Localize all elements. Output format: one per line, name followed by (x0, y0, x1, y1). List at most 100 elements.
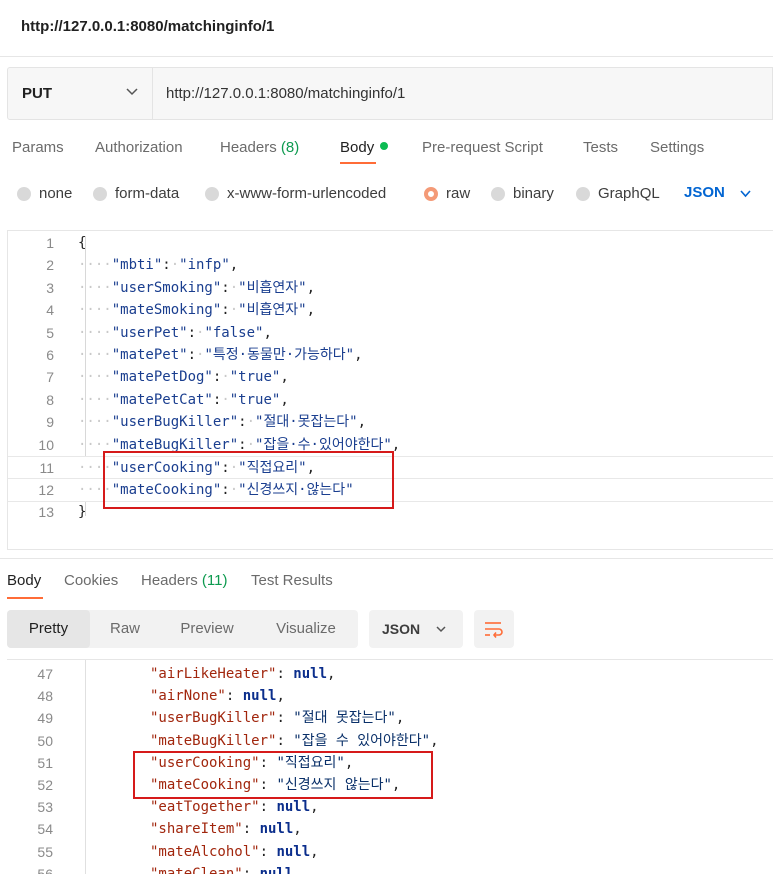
json-colon: : (187, 324, 197, 341)
code-text: "airLikeHeater": null, (150, 663, 335, 685)
code-line: 7 ····"matePetDog":·"true", (8, 366, 773, 388)
code-text: "eatTogether": null, (150, 796, 319, 818)
radio-graphql[interactable]: GraphQL (576, 185, 660, 202)
panel-divider[interactable] (0, 558, 773, 559)
json-colon: : (259, 843, 277, 860)
code-text: { (78, 232, 86, 254)
tab-authorization[interactable]: Authorization (95, 139, 183, 156)
code-text: } (78, 501, 86, 523)
json-key: "eatTogether" (150, 799, 260, 816)
json-key: "userSmoking" (111, 279, 222, 296)
response-format-select[interactable]: JSON (369, 610, 463, 648)
json-value: null (276, 799, 311, 816)
indent-whitespace: ···· (78, 369, 112, 386)
json-colon: : (242, 821, 260, 838)
code-text: ····"userSmoking":·"비흡연자", (78, 277, 315, 299)
line-number: 12 (38, 482, 54, 499)
radio-form-data[interactable]: form-data (93, 185, 179, 202)
highlight-box (103, 451, 394, 509)
code-text: ····"mbti":·"infp", (78, 254, 238, 276)
response-tab-cookies[interactable]: Cookies (64, 572, 118, 589)
json-punctuation: , (280, 391, 289, 408)
radio-raw[interactable]: raw (424, 185, 470, 202)
code-line: 8 ····"matePetCat":·"true", (8, 389, 773, 411)
json-punctuation: , (263, 324, 272, 341)
line-number: 48 (37, 688, 53, 705)
radio-binary[interactable]: binary (491, 185, 554, 202)
json-punctuation: , (306, 302, 315, 319)
json-key: "userBugKiller" (111, 414, 239, 431)
line-number: 47 (37, 666, 53, 682)
code-line: 55 "mateAlcohol": null, (7, 841, 773, 863)
radio-none[interactable]: none (17, 185, 72, 202)
json-punctuation: , (327, 666, 336, 682)
view-visualize-button[interactable]: Visualize (254, 610, 358, 648)
response-format-label: JSON (382, 621, 421, 637)
line-number: 53 (37, 799, 53, 816)
line-number: 56 (37, 865, 53, 874)
tab-params[interactable]: Params (12, 139, 64, 156)
json-key: "mateSmoking" (111, 302, 222, 319)
view-preview-button[interactable]: Preview (160, 610, 254, 648)
indent-whitespace: ···· (78, 324, 112, 341)
json-value: null (242, 688, 277, 705)
line-number: 9 (46, 414, 54, 431)
code-line: 3 ····"userSmoking":·"비흡연자", (8, 277, 773, 299)
chevron-down-icon (436, 626, 446, 633)
view-pretty-button[interactable]: Pretty (7, 610, 90, 648)
method-select[interactable]: PUT (8, 68, 153, 119)
code-text: ····"userPet":·"false", (78, 322, 272, 344)
response-tab-body[interactable]: Body (7, 572, 41, 589)
json-punctuation: , (229, 257, 239, 274)
radio-circle-icon (491, 186, 505, 201)
code-line: 4 ····"mateSmoking":·"비흡연자", (8, 299, 773, 321)
chevron-down-icon (740, 190, 751, 198)
line-number: 49 (37, 710, 53, 727)
response-tab-test-results[interactable]: Test Results (251, 572, 333, 589)
tab-settings[interactable]: Settings (650, 139, 704, 156)
indent-whitespace: · (170, 257, 180, 274)
active-tab-underline (340, 162, 376, 164)
json-value: "절대·못잡는다" (255, 414, 358, 431)
json-punctuation: , (430, 732, 439, 749)
indent-whitespace: · (246, 414, 256, 431)
code-line: 54 "shareItem": null, (7, 818, 773, 840)
indent-whitespace: ···· (78, 391, 112, 408)
json-value: "비흡연자" (238, 302, 307, 319)
indent-whitespace: · (229, 302, 239, 319)
code-line: 53 "eatTogether": null, (7, 796, 773, 818)
highlight-box (133, 751, 433, 799)
tab-pre-request-script[interactable]: Pre-request Script (422, 139, 543, 156)
body-format-select[interactable]: JSON (684, 184, 751, 201)
radio-urlencoded[interactable]: x-www-form-urlencoded (205, 185, 386, 202)
code-line: 48 "airNone": null, (7, 685, 773, 707)
code-text: ····"matePetCat":·"true", (78, 389, 289, 411)
json-key: "userBugKiller" (150, 710, 277, 727)
json-value: "비흡연자" (238, 279, 307, 296)
line-number: 50 (37, 732, 53, 749)
request-title[interactable]: http://127.0.0.1:8080/matchinginfo/1 (21, 18, 274, 35)
json-punctuation: , (310, 799, 319, 816)
json-colon: : (187, 347, 197, 363)
tab-headers[interactable]: Headers (8) (220, 139, 299, 156)
tab-tests[interactable]: Tests (583, 139, 618, 156)
body-type-options: none form-data x-www-form-urlencoded raw… (0, 178, 773, 208)
json-colon: : (221, 302, 230, 319)
wrap-lines-button[interactable] (474, 610, 514, 648)
json-key: "matePetDog" (111, 369, 213, 386)
headers-count: (8) (280, 139, 300, 156)
json-key: "mateBugKiller" (150, 732, 277, 749)
view-raw-button[interactable]: Raw (90, 610, 160, 648)
response-tab-headers[interactable]: Headers (11) (141, 572, 227, 589)
json-punctuation: , (395, 710, 405, 727)
code-text: ····"matePetDog":·"true", (78, 366, 289, 388)
tab-body[interactable]: Body (340, 139, 389, 156)
json-value: "false" (204, 324, 264, 341)
request-title-bar: http://127.0.0.1:8080/matchinginfo/1 (0, 0, 773, 57)
response-body[interactable]: 47 "airLikeHeater": null, 48 "airNone": nul… (7, 659, 773, 874)
wrap-lines-icon (485, 622, 503, 638)
request-body-editor[interactable]: 1{2 ····"mbti":·"infp", 3 ····"userSmoking"… (7, 230, 773, 550)
code-line: 2 ····"mbti":·"infp", (8, 254, 773, 276)
url-input[interactable]: http://127.0.0.1:8080/matchinginfo/1 (166, 85, 405, 102)
line-number: 7 (46, 369, 54, 386)
